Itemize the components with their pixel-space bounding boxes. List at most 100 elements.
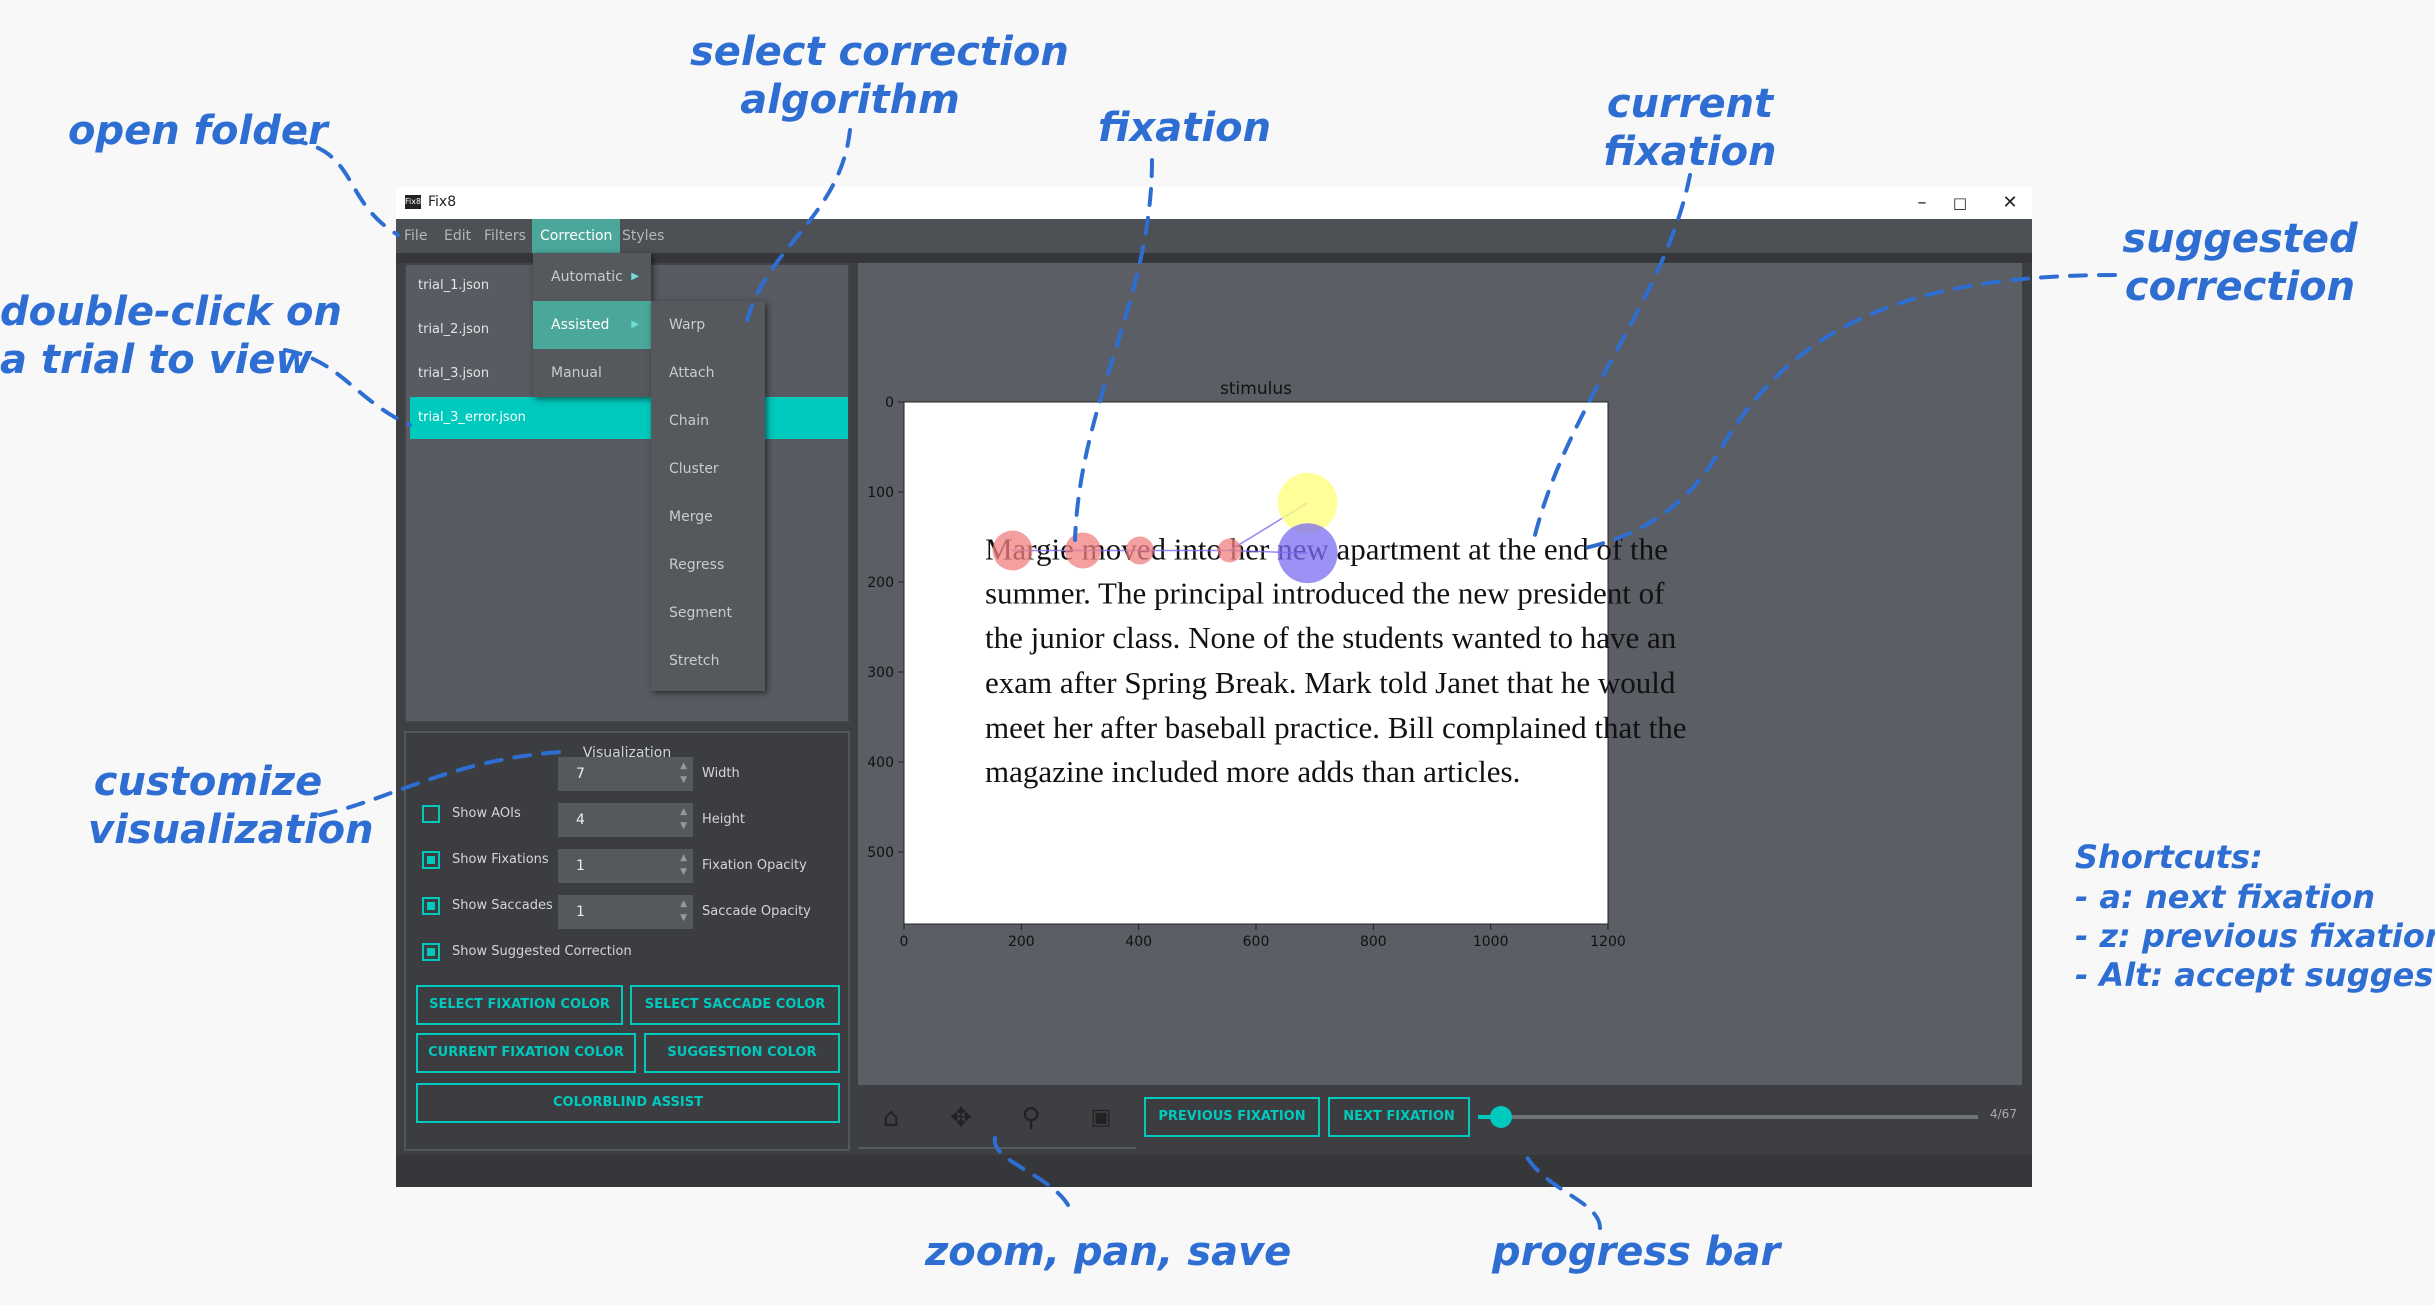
y-tick-label: 300 — [867, 665, 894, 681]
algorithm-chain[interactable]: Chain — [651, 397, 765, 445]
annotation-current-fixation: current fixation — [1603, 81, 1777, 175]
width-spinbox[interactable]: 7 ▲ ▼ — [558, 757, 693, 791]
fixation-point — [1064, 532, 1101, 569]
y-tick-label: 0 — [885, 395, 894, 411]
show-fixations-checkbox[interactable] — [422, 851, 440, 869]
save-icon[interactable]: ▣ — [1084, 1101, 1118, 1135]
toolbar-divider — [858, 1147, 1136, 1149]
spin-arrows-icon[interactable]: ▲ ▼ — [680, 897, 687, 925]
home-icon[interactable]: ⌂ — [874, 1101, 908, 1135]
trial-item-selected[interactable]: trial_3_error.json — [410, 397, 848, 439]
suggestion-color-button[interactable]: SUGGESTION COLOR — [644, 1033, 840, 1073]
current-fixation-color-button[interactable]: CURRENT FIXATION COLOR — [416, 1033, 636, 1073]
saccade-opacity-spinbox[interactable]: 1 ▲ ▼ — [558, 895, 693, 929]
algorithm-cluster[interactable]: Cluster — [651, 445, 765, 493]
fixation-point — [1125, 536, 1154, 565]
menu-correction[interactable]: Correction — [532, 219, 621, 253]
height-spinbox[interactable]: 4 ▲ ▼ — [558, 803, 693, 837]
previous-fixation-button[interactable]: PREVIOUS FIXATION — [1144, 1097, 1320, 1137]
stimulus-text-line: the junior class. None of the students w… — [985, 620, 1677, 655]
chart-title: stimulus — [1220, 379, 1292, 399]
visualization-panel: Visualization 7 ▲ ▼ Width Show AOIs 4 ▲ ▼ He… — [404, 731, 850, 1151]
algorithm-attach[interactable]: Attach — [651, 349, 765, 397]
current-fixation-point — [1277, 523, 1338, 584]
stimulus-text-line: meet her after baseball practice. Bill c… — [985, 710, 1686, 745]
show-fixations-label: Show Fixations — [452, 852, 549, 867]
x-tick-label: 400 — [1125, 934, 1152, 950]
progress-count: 4/67 — [1990, 1107, 2017, 1121]
annotation-zoom-pan-save: zoom, pan, save — [925, 1229, 1292, 1275]
algorithm-regress[interactable]: Regress — [651, 541, 765, 589]
x-tick-label: 800 — [1360, 934, 1387, 950]
status-bar — [396, 1155, 2032, 1187]
annotation-open-folder: open folder — [68, 108, 328, 154]
algorithm-merge[interactable]: Merge — [651, 493, 765, 541]
menu-edit[interactable]: Edit — [436, 219, 479, 253]
menu-file[interactable]: File — [396, 219, 435, 253]
shortcut-previous: - z: previous fixation — [2075, 917, 2435, 955]
show-aois-checkbox[interactable] — [422, 805, 440, 823]
fixation-opacity-label: Fixation Opacity — [702, 858, 807, 873]
plot-canvas — [903, 401, 1609, 925]
spin-arrows-icon[interactable]: ▲ ▼ — [680, 805, 687, 833]
annotation-suggested-correction: suggested correction — [2122, 216, 2358, 310]
menu-styles[interactable]: Styles — [614, 219, 672, 253]
algorithm-warp[interactable]: Warp — [651, 301, 765, 349]
correction-menu: Automatic ▶ Assisted ▶ Manual — [533, 253, 651, 397]
select-fixation-color-button[interactable]: SELECT FIXATION COLOR — [416, 985, 623, 1025]
window-title: Fix8 — [428, 194, 457, 210]
menu-manual[interactable]: Manual — [533, 349, 651, 397]
plot-area: stimulus 0 200 400 600 800 1000 1200 0 100 200 300 4… — [858, 263, 2022, 1085]
algorithm-segment[interactable]: Segment — [651, 589, 765, 637]
submenu-arrow-icon: ▶ — [631, 319, 639, 330]
close-icon[interactable]: ✕ — [1992, 191, 2028, 215]
x-tick-label: 1000 — [1473, 934, 1509, 950]
submenu-arrow-icon: ▶ — [631, 271, 639, 282]
fixation-opacity-value: 1 — [576, 858, 585, 874]
shortcut-accept: - Alt: accept suggestion — [2075, 956, 2435, 994]
annotation-double-click: double-click on a trial to view — [0, 289, 342, 383]
menu-assisted-label: Assisted — [551, 317, 610, 333]
stimulus-text-line: summer. The principal introduced the new… — [985, 576, 1665, 611]
height-value: 4 — [576, 812, 585, 828]
saccade-opacity-label: Saccade Opacity — [702, 904, 811, 919]
y-tick-label: 500 — [867, 845, 894, 861]
fixation-opacity-spinbox[interactable]: 1 ▲ ▼ — [558, 849, 693, 883]
shortcut-next: - a: next fixation — [2075, 878, 2375, 916]
x-tick-label: 0 — [900, 934, 909, 950]
menu-filters[interactable]: Filters — [476, 219, 534, 253]
y-tick-label: 100 — [867, 485, 894, 501]
app-icon: Fix8 — [405, 195, 421, 209]
app-window: Fix8 Fix8 – □ ✕ File Edit Filters Correc… — [396, 187, 2032, 1187]
x-tick-label: 1200 — [1590, 934, 1626, 950]
spin-arrows-icon[interactable]: ▲ ▼ — [680, 851, 687, 879]
show-saccades-checkbox[interactable] — [422, 897, 440, 915]
pan-icon[interactable]: ✥ — [944, 1101, 978, 1135]
width-value: 7 — [576, 766, 585, 782]
progress-slider-handle[interactable] — [1489, 1106, 1512, 1128]
select-saccade-color-button[interactable]: SELECT SACCADE COLOR — [630, 985, 840, 1025]
next-fixation-button[interactable]: NEXT FIXATION — [1328, 1097, 1470, 1137]
shortcuts-title: Shortcuts: — [2075, 838, 2263, 876]
minimize-icon[interactable]: – — [1904, 191, 1940, 215]
menu-automatic-label: Automatic — [551, 269, 623, 285]
menu-automatic[interactable]: Automatic ▶ — [533, 253, 651, 301]
spin-arrows-icon[interactable]: ▲ ▼ — [680, 759, 687, 787]
show-suggested-correction-label: Show Suggested Correction — [452, 944, 632, 959]
zoom-icon[interactable]: ⚲ — [1014, 1101, 1048, 1135]
stimulus-plot[interactable]: stimulus 0 200 400 600 800 1000 1200 0 100 200 300 4… — [858, 263, 2022, 1085]
progress-slider-track[interactable] — [1478, 1115, 1978, 1119]
fixation-point — [1217, 538, 1242, 563]
fixation-point — [992, 530, 1033, 571]
y-tick-label: 400 — [867, 755, 894, 771]
x-tick-label: 600 — [1243, 934, 1270, 950]
stimulus-text-line: magazine included more adds than article… — [985, 754, 1520, 789]
menu-assisted[interactable]: Assisted ▶ — [533, 301, 651, 349]
maximize-icon[interactable]: □ — [1942, 191, 1978, 215]
colorblind-assist-button[interactable]: COLORBLIND ASSIST — [416, 1083, 840, 1123]
annotation-progress-bar: progress bar — [1492, 1229, 1781, 1275]
annotation-select-algorithm: select correction algorithm — [690, 29, 1069, 123]
show-suggested-correction-checkbox[interactable] — [422, 943, 440, 961]
width-label: Width — [702, 766, 740, 781]
algorithm-stretch[interactable]: Stretch — [651, 637, 765, 685]
